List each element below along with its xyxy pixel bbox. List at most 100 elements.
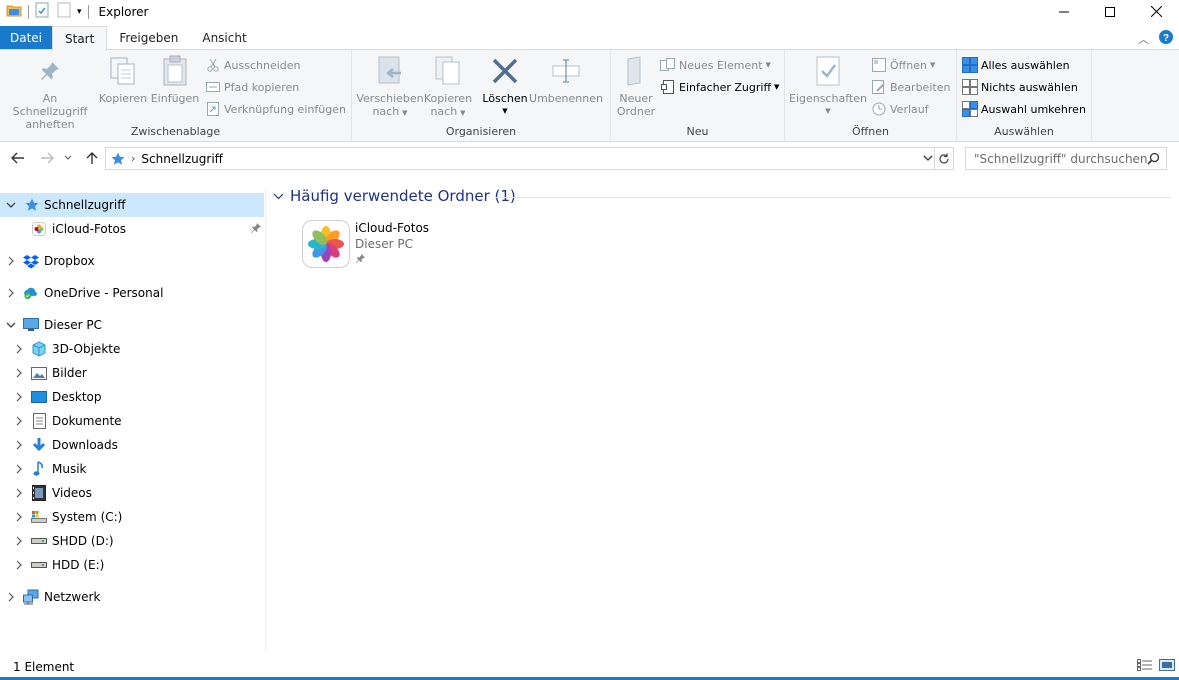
copy-icon <box>107 54 139 88</box>
chevron-right-icon[interactable] <box>13 391 25 403</box>
nav-item-dropbox[interactable]: Dropbox <box>0 249 264 273</box>
search-icon[interactable] <box>1147 152 1160 168</box>
delete-button[interactable]: Löschen ▼ <box>480 54 530 118</box>
nav-label: Musik <box>52 462 87 476</box>
select-all-icon <box>962 57 978 73</box>
nav-item-3d-objects[interactable]: 3D-Objekte <box>0 337 264 361</box>
tab-view[interactable]: Ansicht <box>190 26 258 50</box>
open-button[interactable]: Öffnen ▼ <box>871 56 935 74</box>
nav-item-videos[interactable]: Videos <box>0 481 264 505</box>
copy-path-button[interactable]: Pfad kopieren <box>205 78 299 96</box>
address-dropdown-icon[interactable] <box>923 151 933 165</box>
minimize-button[interactable] <box>1041 0 1087 23</box>
breadcrumb[interactable]: Schnellzugriff <box>141 152 223 166</box>
nav-label: Desktop <box>52 390 102 404</box>
forward-button[interactable] <box>37 148 57 168</box>
nav-item-icloud-photos[interactable]: iCloud-Fotos <box>0 217 264 241</box>
ribbon-controls: ︿ ? <box>1138 30 1173 47</box>
paste-button[interactable]: Einfügen <box>150 54 200 105</box>
refresh-button[interactable] <box>934 148 953 169</box>
pictures-icon <box>31 365 47 381</box>
history-button[interactable]: Verlauf <box>871 100 929 118</box>
new-folder-button[interactable]: Neuer Ordner <box>613 54 659 118</box>
address-bar[interactable]: › Schnellzugriff <box>105 147 954 170</box>
chevron-right-icon[interactable] <box>13 535 25 547</box>
downloads-icon <box>31 437 47 453</box>
videos-icon <box>31 485 47 501</box>
chevron-right-icon[interactable] <box>13 439 25 451</box>
rename-button[interactable]: Umbenennen <box>529 54 603 105</box>
chevron-down-icon[interactable] <box>273 193 284 200</box>
chevron-right-icon[interactable] <box>5 591 17 603</box>
tab-file[interactable]: Datei <box>0 26 52 50</box>
nav-item-system-drive[interactable]: System (C:) <box>0 505 264 529</box>
chevron-right-icon[interactable] <box>13 343 25 355</box>
properties-button[interactable]: Eigenschaften ▼ <box>789 54 867 118</box>
toolbar-separator <box>28 4 29 19</box>
chevron-right-icon[interactable] <box>13 367 25 379</box>
chevron-down-icon[interactable] <box>5 199 17 211</box>
section-header-frequent-folders[interactable]: Häufig verwendete Ordner (1) <box>273 187 516 205</box>
up-button[interactable] <box>82 148 102 168</box>
nav-item-pictures[interactable]: Bilder <box>0 361 264 385</box>
chevron-right-icon[interactable] <box>13 511 25 523</box>
nav-item-music[interactable]: Musik <box>0 457 264 481</box>
select-none-button[interactable]: Nichts auswählen <box>962 78 1078 96</box>
recent-locations-button[interactable] <box>61 148 75 168</box>
chevron-right-icon[interactable] <box>13 463 25 475</box>
pin-icon[interactable] <box>250 222 262 237</box>
paste-shortcut-button[interactable]: Verknüpfung einfügen <box>205 100 346 118</box>
nav-label: Videos <box>52 486 92 500</box>
select-all-button[interactable]: Alles auswählen <box>962 56 1070 74</box>
nav-item-shdd-drive[interactable]: SHDD (D:) <box>0 529 264 553</box>
tab-start[interactable]: Start <box>52 26 108 51</box>
close-button[interactable] <box>1133 0 1179 23</box>
edit-button[interactable]: Bearbeiten <box>871 78 950 96</box>
maximize-button[interactable] <box>1087 0 1133 23</box>
chevron-right-icon[interactable] <box>5 287 17 299</box>
chevron-down-icon[interactable] <box>5 319 17 331</box>
nav-item-quick-access[interactable]: Schnellzugriff <box>0 193 264 217</box>
details-view-icon[interactable] <box>1137 659 1153 674</box>
invert-selection-button[interactable]: Auswahl umkehren <box>962 100 1086 118</box>
pin-icon <box>34 54 66 88</box>
cut-button[interactable]: Ausschneiden <box>205 56 301 74</box>
ribbon-tabs: Datei Start Freigeben Ansicht ︿ ? <box>0 26 1179 51</box>
group-label-open: Öffnen <box>852 125 889 138</box>
tab-share[interactable]: Freigeben <box>107 26 190 50</box>
chevron-right-icon[interactable] <box>13 487 25 499</box>
move-to-button[interactable]: Verschieben nach ▼ <box>356 54 424 120</box>
new-item-button[interactable]: Neues Element ▼ <box>660 56 771 74</box>
properties-icon[interactable] <box>35 2 49 21</box>
nav-item-hdd-drive[interactable]: HDD (E:) <box>0 553 264 577</box>
copy-button[interactable]: Kopieren <box>98 54 148 105</box>
chevron-right-icon[interactable] <box>13 415 25 427</box>
large-icons-view-icon[interactable] <box>1159 659 1175 674</box>
back-button[interactable] <box>8 148 28 168</box>
address-row: › Schnellzugriff "Schnellzugriff" durchs… <box>0 146 1179 172</box>
nav-item-this-pc[interactable]: Dieser PC <box>0 313 264 337</box>
nav-item-onedrive[interactable]: OneDrive - Personal <box>0 281 264 305</box>
collapse-ribbon-icon[interactable]: ︿ <box>1138 31 1149 47</box>
easy-access-button[interactable]: Einfacher Zugriff ▼ <box>660 78 779 96</box>
nav-item-network[interactable]: Netzwerk <box>0 585 264 609</box>
search-input[interactable]: "Schnellzugriff" durchsuchen <box>965 147 1167 170</box>
new-folder-icon[interactable] <box>57 2 71 21</box>
folder-tile[interactable]: iCloud-Fotos Dieser PC <box>302 220 502 272</box>
chevron-right-icon[interactable] <box>5 255 17 267</box>
item-count: 1 Element <box>13 660 75 674</box>
pin-quick-access-button[interactable]: An Schnellzugriff anheften <box>4 54 96 131</box>
nav-item-desktop[interactable]: Desktop <box>0 385 264 409</box>
help-icon[interactable]: ? <box>1159 30 1173 47</box>
dropbox-icon <box>23 253 39 269</box>
nav-item-downloads[interactable]: Downloads <box>0 433 264 457</box>
nav-label: Netzwerk <box>44 590 101 604</box>
copy-to-button[interactable]: Kopieren nach ▼ <box>424 54 472 120</box>
customize-dropdown-icon[interactable]: ▾ <box>77 7 82 17</box>
copy-to-icon <box>432 54 464 88</box>
chevron-right-icon[interactable] <box>13 559 25 571</box>
nav-item-documents[interactable]: Dokumente <box>0 409 264 433</box>
scissors-icon <box>205 57 221 73</box>
breadcrumb-separator[interactable]: › <box>131 152 135 165</box>
group-open: Eigenschaften ▼ Öffnen ▼ Bearbeiten Verla… <box>785 50 957 141</box>
